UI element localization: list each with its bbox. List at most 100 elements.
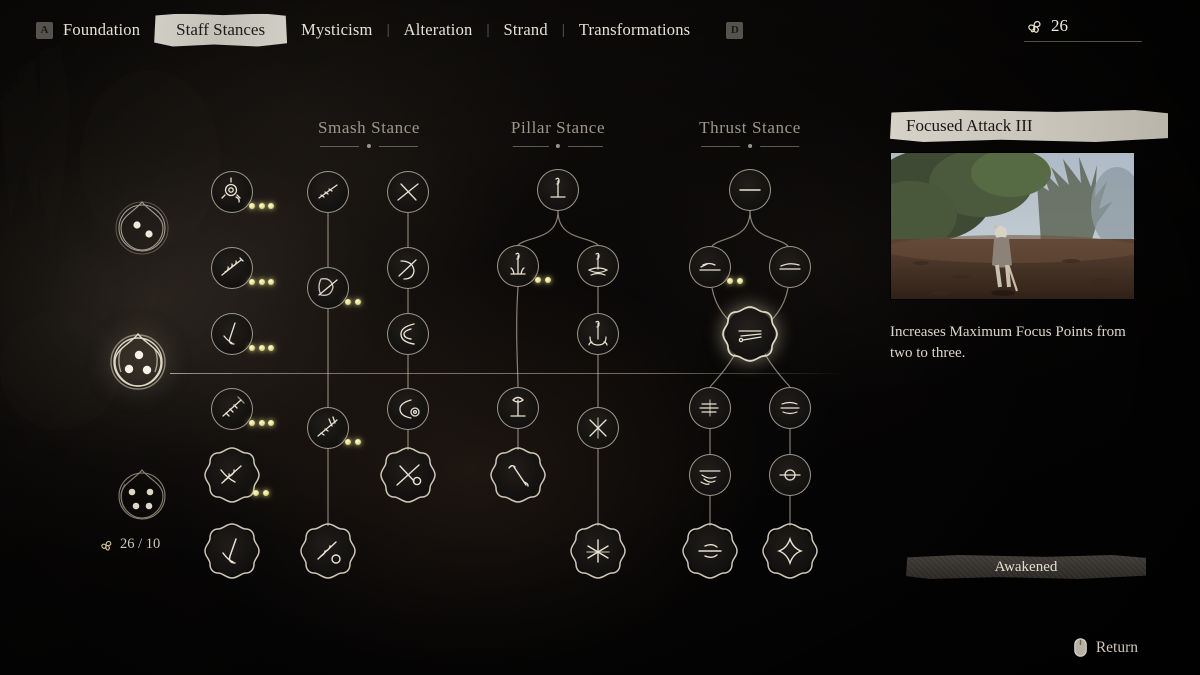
staff-slash-icon [222, 396, 245, 417]
node-pips [345, 299, 361, 305]
skill-node-smash-c4[interactable] [387, 388, 429, 430]
seed-burst-icon [221, 177, 241, 203]
node-pips [249, 420, 274, 426]
top-navigation-bar: A Foundation Staff Stances Mysticism | A… [0, 0, 1200, 60]
skill-node-smash-b2[interactable] [307, 267, 361, 309]
staff-wrap-icon [221, 257, 244, 276]
nav-separator-1: | [386, 21, 390, 38]
skill-node-thrust-r1[interactable] [769, 246, 811, 288]
tier-rail: 26 / 10 [92, 190, 184, 553]
return-label: Return [1095, 638, 1138, 656]
skill-node-thrust-r4[interactable] [762, 523, 818, 579]
staff-thrust-icon [318, 184, 338, 199]
cross-strike-icon [397, 183, 419, 201]
skill-node-pillar-r1[interactable] [577, 245, 619, 287]
pillar-flare-icon [510, 396, 526, 417]
node-pips [249, 345, 274, 351]
skill-node-thrust-r3[interactable] [769, 454, 811, 496]
key-badge-d[interactable]: D [726, 21, 744, 39]
focused-attack-icon [738, 330, 762, 343]
mouse-icon [1074, 638, 1087, 657]
skill-node-pillar-r3[interactable] [577, 407, 619, 449]
tab-staff-stances[interactable]: Staff Stances [154, 14, 287, 47]
thrust-lunge-icon [779, 263, 801, 270]
hook-swing-icon [223, 322, 236, 345]
pillar-burst-icon [586, 539, 610, 563]
node-pips [535, 277, 551, 283]
panel-preview-image [890, 152, 1135, 300]
skill-node-thrust-l2[interactable] [689, 387, 731, 429]
status-badge: Awakened [906, 555, 1146, 579]
triskelion-icon [101, 540, 112, 551]
staff-guard-icon [318, 278, 338, 296]
skill-node-pillar-root[interactable] [537, 169, 579, 211]
skill-node-smash-c5[interactable] [380, 447, 436, 503]
staff-spike-icon [317, 416, 338, 437]
pillar-ripple-icon [587, 252, 609, 276]
cross-orb-icon [396, 464, 422, 486]
skill-node-smash-b4[interactable] [300, 523, 356, 579]
return-hint[interactable]: Return [1074, 638, 1138, 657]
tab-alteration[interactable]: Alteration [394, 20, 483, 40]
tab-strand[interactable]: Strand [494, 20, 558, 40]
skill-node-smash-b1[interactable] [307, 171, 349, 213]
hook-heavy-icon [222, 538, 237, 564]
crescent-icon [400, 323, 415, 345]
nav-separator-3: | [561, 21, 565, 38]
thrust-line-icon [739, 189, 761, 191]
panel-description: Increases Maximum Focus Points from two … [890, 324, 1126, 361]
skill-node-smash-a4[interactable] [211, 388, 274, 430]
skill-node-smash-a1[interactable] [211, 171, 274, 213]
tier-node-2[interactable] [102, 324, 174, 396]
staff-ember-icon [317, 541, 341, 564]
tab-transformations[interactable]: Transformations [569, 20, 700, 40]
thrust-ring-icon [779, 469, 801, 481]
node-pips [249, 203, 274, 209]
tab-mysticism[interactable]: Mysticism [291, 20, 382, 40]
thrust-multi-icon [699, 399, 719, 417]
tab-foundation[interactable]: Foundation [53, 20, 150, 40]
key-badge-a[interactable]: A [36, 21, 53, 39]
tier-point-label: 26 / 10 [120, 536, 161, 552]
skill-node-pillar-r4[interactable] [570, 523, 626, 579]
skill-node-thrust-r2[interactable] [769, 387, 811, 429]
skill-node-thrust-l4[interactable] [682, 523, 738, 579]
node-pips [727, 278, 743, 284]
skill-node-pillar-l3[interactable] [490, 447, 546, 503]
tier-node-3[interactable] [106, 458, 178, 530]
thrust-pierce-icon [698, 544, 722, 558]
node-pips [249, 279, 274, 285]
column-header-pillar: Pillar Stance [511, 118, 605, 150]
skill-node-thrust-root[interactable] [729, 169, 771, 211]
skill-detail-panel: Focused Attack III Increases Maximum Foc… [890, 110, 1168, 579]
skill-node-pillar-l2[interactable] [497, 387, 539, 429]
staff-coil-icon [220, 465, 242, 484]
skill-node-smash-b3[interactable] [307, 407, 361, 449]
thrust-jab-icon [699, 262, 721, 271]
skill-node-smash-c3[interactable] [387, 313, 429, 355]
skill-node-pillar-r2[interactable] [577, 313, 619, 355]
skill-node-pillar-l1[interactable] [497, 245, 551, 287]
pillar-stand-icon [550, 177, 566, 198]
panel-title: Focused Attack III [890, 110, 1168, 142]
tree-tier-divider [172, 373, 848, 374]
tier-point-counter: 26 / 10 [98, 536, 184, 553]
pillar-anchor-icon [588, 320, 608, 346]
nav-separator-2: | [486, 21, 490, 38]
tier-node-1[interactable] [106, 190, 178, 262]
crescent-orb-icon [399, 399, 420, 419]
skill-node-smash-c1[interactable] [387, 171, 429, 213]
thrust-star-icon [777, 536, 803, 566]
node-pips [253, 490, 269, 496]
skill-node-smash-a3[interactable] [211, 313, 274, 355]
skill-node-smash-c2[interactable] [387, 247, 429, 289]
skill-node-smash-a5[interactable] [204, 447, 269, 503]
skill-node-thrust-l3[interactable] [689, 454, 731, 496]
skill-node-thrust-l1[interactable] [689, 246, 743, 288]
skill-node-focused-attack-iii[interactable] [722, 306, 778, 362]
skill-node-smash-a2[interactable] [211, 247, 274, 289]
skill-node-smash-a6[interactable] [204, 523, 260, 579]
thrust-sweep-icon [780, 401, 800, 415]
pillar-cross-icon [589, 417, 607, 439]
thrust-fan-icon [699, 470, 721, 485]
